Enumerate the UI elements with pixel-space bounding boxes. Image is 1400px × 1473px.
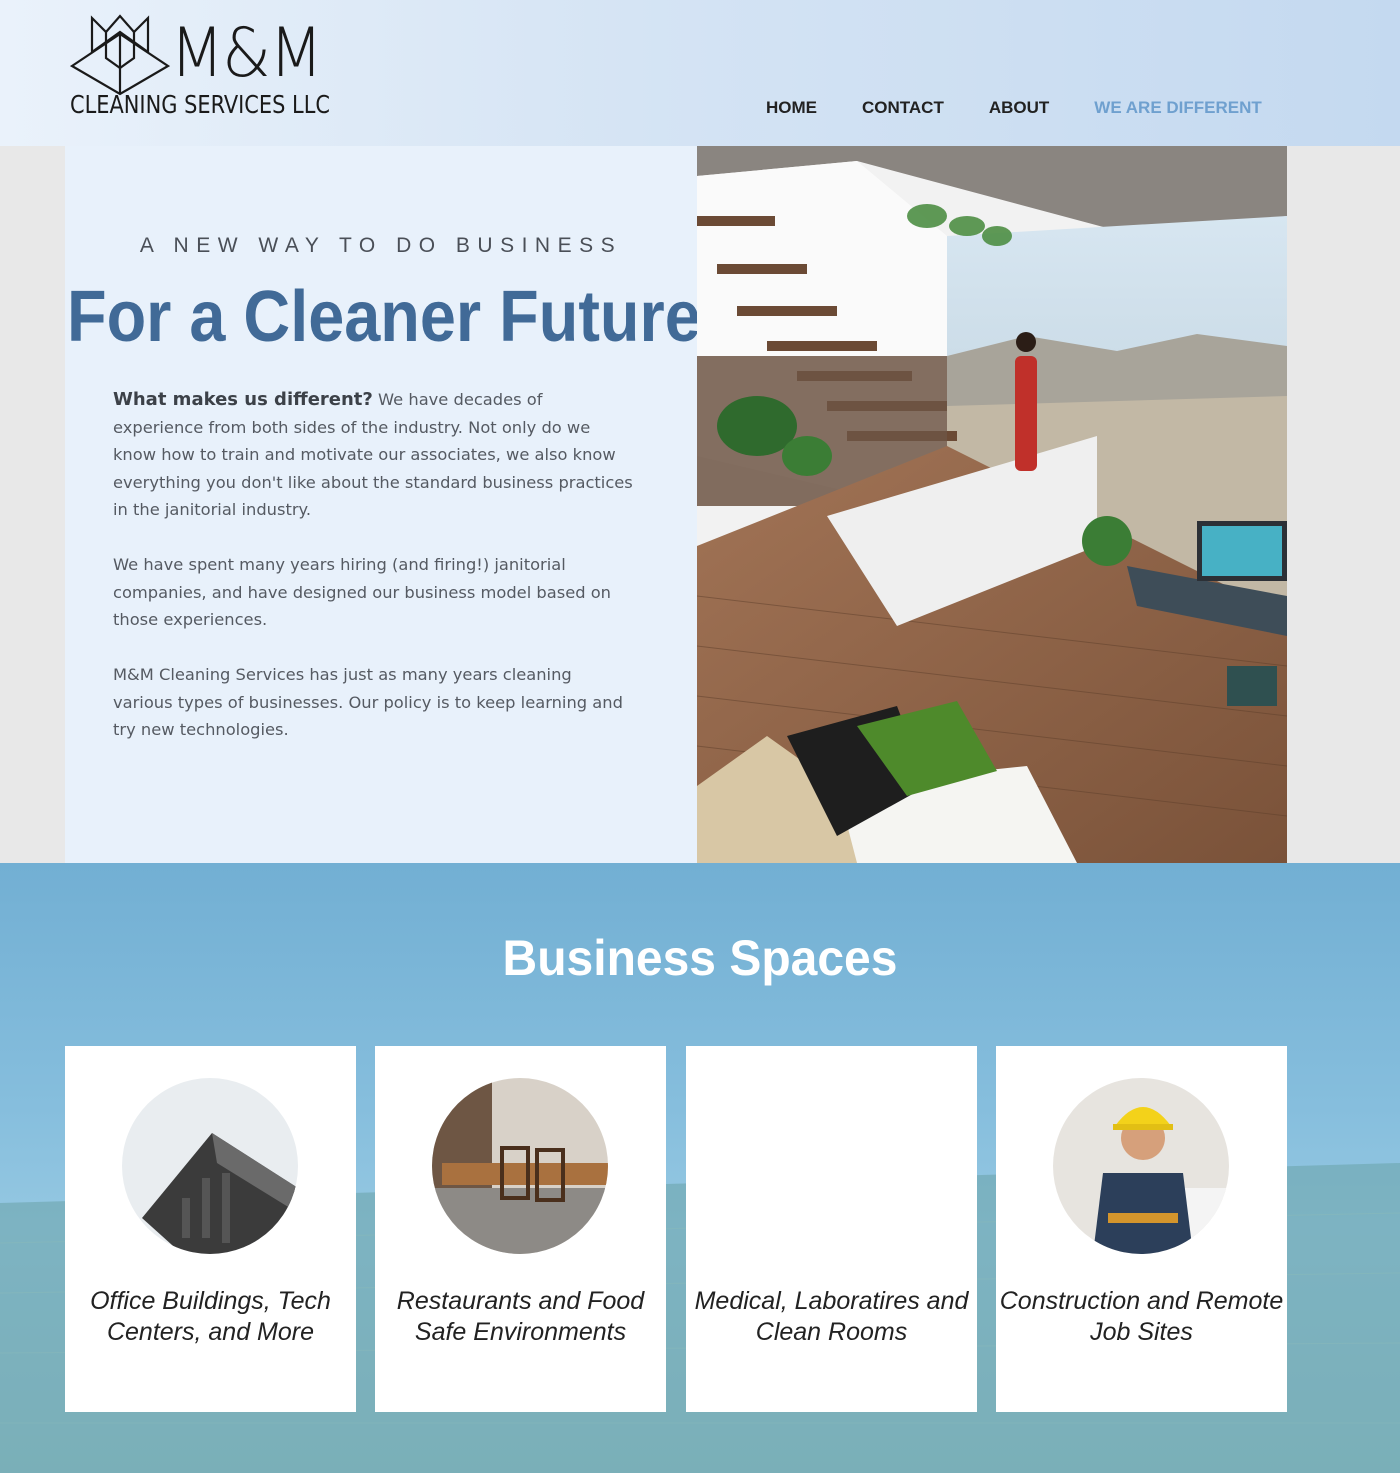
- spaces-title: Business Spaces: [502, 930, 898, 986]
- interior-illustration: [697, 146, 1287, 863]
- nav-contact[interactable]: CONTACT: [862, 98, 944, 118]
- site-header: M&M CLEANING SERVICES LLC HOME CONTACT A…: [0, 0, 1400, 146]
- card-office-label: Office Buildings, Tech Centers, and More: [90, 1287, 331, 1346]
- logo-mark-icon: [70, 14, 170, 96]
- hero-interior-photo: [697, 146, 1287, 863]
- card-restaurants[interactable]: Restaurants and Food Safe Environments: [375, 1046, 666, 1412]
- building-photo-icon: [122, 1078, 298, 1254]
- hero-title: For a Cleaner Future: [67, 277, 701, 357]
- card-office-buildings[interactable]: Office Buildings, Tech Centers, and More: [65, 1046, 356, 1412]
- nav-we-are-different[interactable]: WE ARE DIFFERENT: [1094, 98, 1261, 118]
- construction-worker-photo-icon: [1053, 1078, 1229, 1254]
- logo-subtitle: CLEANING SERVICES LLC: [70, 90, 330, 119]
- hero-text-panel: A NEW WAY TO DO BUSINESS For a Cleaner F…: [65, 146, 701, 863]
- card-medical-label: Medical, Laboratires and Clean Rooms: [694, 1287, 969, 1346]
- card-construction-label: Construction and Remote Job Sites: [999, 1287, 1284, 1346]
- hero-paragraph-2: We have spent many years hiring (and fir…: [113, 555, 612, 629]
- hero-lead-bold: What makes us different?: [113, 389, 373, 410]
- logo-wordmark: M&M: [170, 14, 323, 93]
- card-construction[interactable]: Construction and Remote Job Sites: [996, 1046, 1287, 1412]
- nav-about[interactable]: ABOUT: [989, 98, 1049, 118]
- hero-tagline: A NEW WAY TO DO BUSINESS: [139, 234, 623, 257]
- card-medical[interactable]: Medical, Laboratires and Clean Rooms: [686, 1046, 977, 1412]
- business-spaces-section: Business Spaces Office Buildings, Tech C…: [0, 863, 1400, 1473]
- main-nav: HOME CONTACT ABOUT WE ARE DIFFERENT: [766, 98, 1307, 118]
- brand-logo[interactable]: M&M CLEANING SERVICES LLC: [70, 12, 360, 124]
- nav-home[interactable]: HOME: [766, 98, 817, 118]
- hero-paragraph-1: What makes us different? We have decades…: [113, 386, 633, 524]
- hero-copy: What makes us different? We have decades…: [113, 386, 633, 771]
- hero-paragraph-3: M&M Cleaning Services has just as many y…: [113, 665, 623, 739]
- restaurant-photo-icon: [432, 1078, 608, 1254]
- card-restaurants-label: Restaurants and Food Safe Environments: [396, 1287, 645, 1346]
